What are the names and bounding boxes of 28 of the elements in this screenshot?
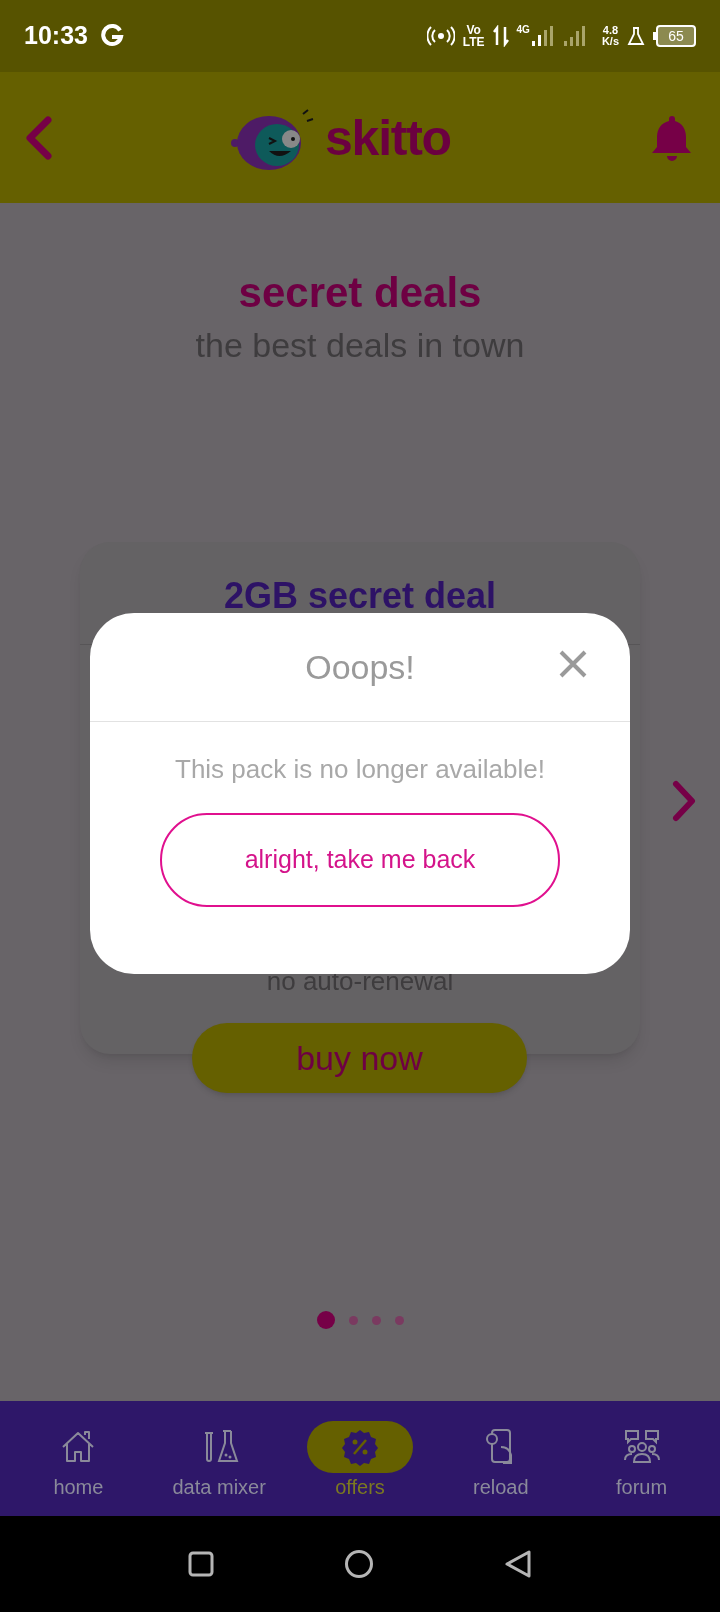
data-arrows-icon: [492, 25, 509, 47]
nav-tab[interactable]: forum: [576, 1420, 707, 1497]
nav-tab[interactable]: home: [13, 1420, 144, 1497]
chevron-right-icon: [671, 779, 697, 823]
back-icon: [24, 113, 54, 162]
dialog-message: This pack is no longer available!: [174, 753, 546, 786]
flask-icon: [627, 26, 645, 46]
nav-tab[interactable]: reload: [435, 1420, 566, 1497]
recents-icon[interactable]: [188, 1551, 214, 1577]
deal-title: 2GB secret deal: [223, 578, 497, 614]
nav-tab[interactable]: data mixer: [154, 1420, 285, 1497]
bell-icon: [651, 113, 693, 162]
dialog-title: Ooops!: [305, 646, 415, 688]
volte-text: Vo: [466, 24, 481, 36]
hotspot-icon: [426, 26, 455, 46]
speed-unit: K/s: [601, 36, 619, 47]
status-time: 10:33: [24, 20, 88, 52]
back-triangle-icon[interactable]: [504, 1549, 532, 1579]
speed-value: 4.8: [602, 25, 619, 36]
close-icon: [559, 650, 587, 678]
battery-level: 65: [668, 29, 684, 43]
logo-text: skitto: [325, 112, 451, 163]
google-icon: [99, 24, 124, 48]
page-title: secret deals: [238, 268, 482, 318]
take-me-back-button[interactable]: alright, take me back: [160, 813, 560, 907]
network-type: 4G: [516, 25, 530, 35]
home-circle-icon[interactable]: [344, 1549, 374, 1579]
volte-text: LTE: [462, 36, 485, 48]
